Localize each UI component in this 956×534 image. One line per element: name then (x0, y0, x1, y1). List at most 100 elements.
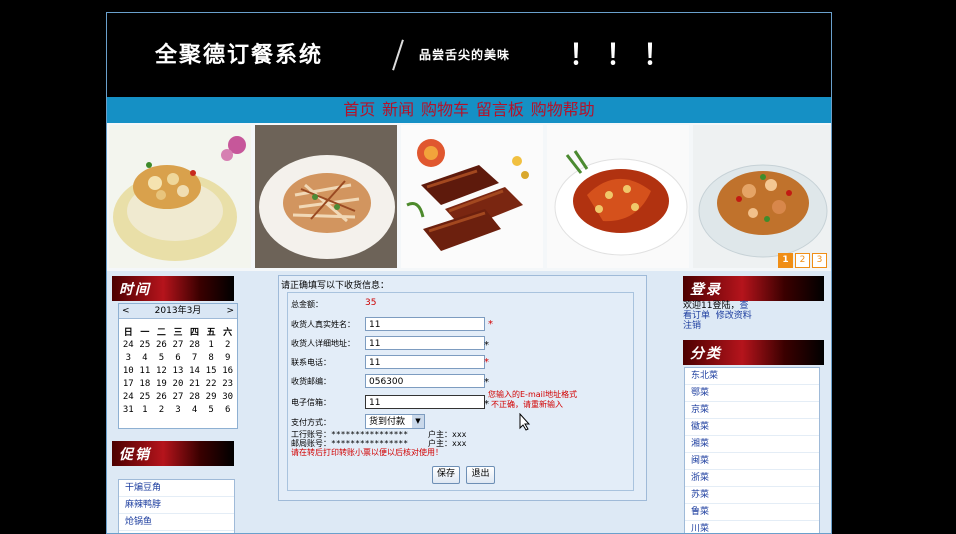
address-input[interactable]: 11 (365, 336, 485, 350)
calendar-day[interactable]: 1 (203, 338, 220, 351)
calendar-day[interactable]: 21 (186, 377, 203, 390)
calendar-day[interactable]: 5 (203, 403, 220, 416)
pager-3[interactable]: 3 (812, 253, 827, 268)
calendar-day[interactable]: 17 (120, 377, 137, 390)
weekday: 日 (123, 328, 133, 338)
nav-news[interactable]: 新闻 (382, 97, 414, 123)
nav-guestbook[interactable]: 留言板 (476, 97, 524, 123)
name-label: 收货人真实姓名： (291, 320, 355, 329)
calendar-day[interactable]: 22 (203, 377, 220, 390)
calendar-day[interactable]: 30 (219, 390, 236, 403)
calendar-day[interactable]: 26 (153, 390, 170, 403)
calendar-day[interactable]: 27 (170, 390, 187, 403)
dish-photo-icon (109, 125, 251, 268)
calendar-day[interactable]: 23 (219, 377, 236, 390)
calendar-day[interactable]: 20 (170, 377, 187, 390)
email-error-line1: 您输入的E-mail地址格式 (488, 390, 578, 399)
category-item[interactable]: 湘菜 (685, 436, 819, 453)
category-item[interactable]: 徽菜 (685, 419, 819, 436)
calendar-day[interactable]: 29 (203, 390, 220, 403)
time-title: 时间 (119, 282, 151, 298)
calendar-day[interactable]: 24 (120, 390, 137, 403)
phone-input[interactable]: 11 (365, 355, 485, 369)
category-item[interactable]: 京菜 (685, 402, 819, 419)
promo-item[interactable]: 炝锅鱼 (119, 514, 234, 531)
calendar-day[interactable]: 14 (186, 364, 203, 377)
calendar-next-icon[interactable]: > (226, 304, 234, 318)
orders-link[interactable]: 看订单 (683, 311, 710, 321)
calendar-day[interactable]: 10 (120, 364, 137, 377)
calendar-day[interactable]: 2 (219, 338, 236, 351)
calendar-prev-icon[interactable]: < (122, 304, 130, 318)
weekday: 四 (190, 328, 200, 338)
pager-2[interactable]: 2 (795, 253, 810, 268)
calendar-day[interactable]: 26 (153, 338, 170, 351)
pay-method-select[interactable]: 货到付款 ▼ (365, 414, 425, 429)
calendar-day[interactable]: 4 (137, 351, 154, 364)
calendar-day[interactable]: 3 (120, 351, 137, 364)
exit-button[interactable]: 退出 (466, 466, 495, 484)
calendar-day[interactable]: 3 (170, 403, 187, 416)
calendar-day[interactable]: 6 (219, 403, 236, 416)
logout-link[interactable]: 注销 (683, 321, 701, 331)
edit-profile-link[interactable]: 修改资料 (716, 311, 752, 321)
category-item[interactable]: 鲁菜 (685, 504, 819, 521)
calendar-day[interactable]: 25 (137, 338, 154, 351)
calendar-day[interactable]: 31 (120, 403, 137, 416)
post-owner: 户主：xxx (428, 439, 467, 448)
nav-cart[interactable]: 购物车 (421, 97, 469, 123)
phone-label: 联系电话： (291, 358, 331, 367)
calendar-day[interactable]: 24 (120, 338, 137, 351)
calendar-day[interactable]: 9 (219, 351, 236, 364)
calendar-day[interactable]: 27 (170, 338, 187, 351)
site-title: 全聚德订餐系统 (155, 42, 324, 68)
category-item[interactable]: 东北菜 (685, 368, 819, 385)
calendar-day[interactable]: 5 (153, 351, 170, 364)
calendar-day[interactable]: 8 (203, 351, 220, 364)
dish-photo-icon (401, 125, 543, 268)
promo-item[interactable]: 干煸豆角 (119, 480, 234, 497)
email-required-star: * (484, 399, 489, 410)
pager-1[interactable]: 1 (778, 253, 793, 268)
calendar-day[interactable]: 25 (137, 390, 154, 403)
category-item[interactable]: 川菜 (685, 521, 819, 533)
calendar-day[interactable]: 7 (186, 351, 203, 364)
calendar-day[interactable]: 6 (170, 351, 187, 364)
time-header: 时间 (112, 276, 234, 301)
weekday: 一 (140, 328, 150, 338)
page-frame: 全聚德订餐系统 品尝舌尖的美味 ！！！ 首页 新闻 购物车 留言板 购物帮助 1… (106, 12, 832, 534)
promo-list: 干煸豆角 麻辣鸭脖 炝锅鱼 (118, 479, 235, 533)
category-item[interactable]: 鄂菜 (685, 385, 819, 402)
calendar-day[interactable]: 16 (219, 364, 236, 377)
welcome-text: 欢迎11登陆， (683, 301, 740, 311)
calendar-day[interactable]: 12 (153, 364, 170, 377)
save-button[interactable]: 保存 (432, 466, 460, 484)
calendar-day[interactable]: 2 (153, 403, 170, 416)
category-item[interactable]: 闽菜 (685, 453, 819, 470)
calendar-day[interactable]: 11 (137, 364, 154, 377)
pay-method-value: 货到付款 (369, 417, 406, 427)
calendar-day[interactable]: 18 (137, 377, 154, 390)
check-link[interactable]: 查 (739, 301, 748, 311)
category-item[interactable]: 浙菜 (685, 470, 819, 487)
calendar-day[interactable]: 15 (203, 364, 220, 377)
calendar-day[interactable]: 28 (186, 338, 203, 351)
calendar-day[interactable]: 1 (137, 403, 154, 416)
pay-label: 支付方式： (291, 418, 331, 427)
promo-item[interactable]: 麻辣鸭脖 (119, 497, 234, 514)
zip-input[interactable]: 056300 (365, 374, 485, 388)
calendar-day[interactable]: 28 (186, 390, 203, 403)
transfer-note: 请在转后打印转账小票以便以后核对使用！ (291, 448, 443, 457)
nav-help[interactable]: 购物帮助 (531, 97, 595, 123)
category-list: 东北菜 鄂菜 京菜 徽菜 湘菜 闽菜 浙菜 苏菜 鲁菜 川菜 (684, 367, 820, 533)
calendar-day[interactable]: 4 (186, 403, 203, 416)
nav-home[interactable]: 首页 (343, 97, 375, 123)
category-item[interactable]: 苏菜 (685, 487, 819, 504)
calendar-day[interactable]: 13 (170, 364, 187, 377)
zip-required-star: * (484, 377, 489, 388)
name-input[interactable]: 11 (365, 317, 485, 331)
promo-title: 促销 (119, 447, 151, 463)
calendar-day[interactable]: 19 (153, 377, 170, 390)
weekday: 六 (223, 328, 233, 338)
email-input[interactable]: 11 (365, 395, 485, 409)
